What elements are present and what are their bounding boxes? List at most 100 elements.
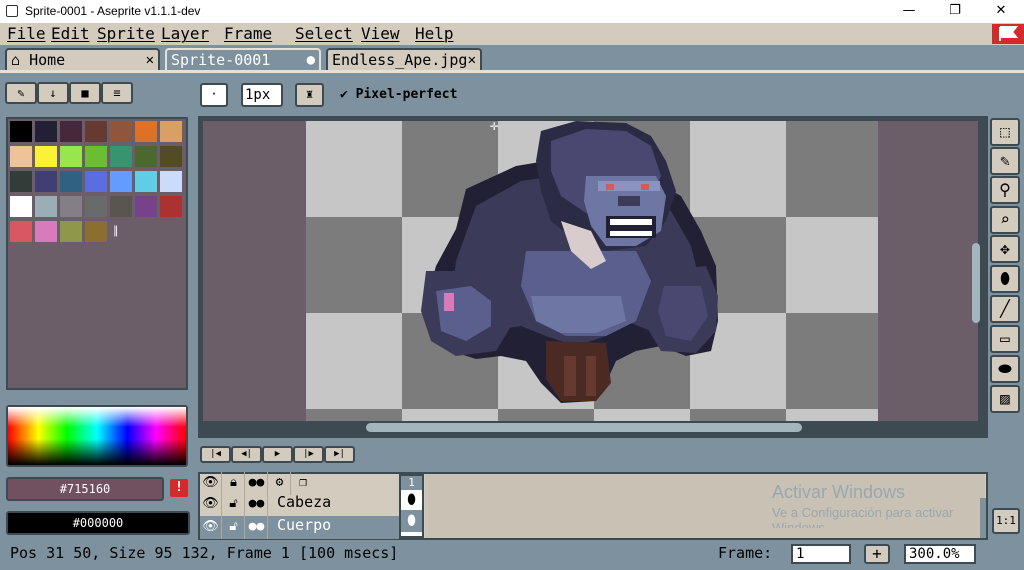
warning-icon[interactable]: !: [170, 479, 188, 497]
palette-swatch[interactable]: [110, 121, 132, 142]
palette-swatch[interactable]: [85, 121, 107, 142]
brush-size-field[interactable]: 1px: [241, 83, 283, 107]
menu-frame[interactable]: Frame: [224, 24, 272, 43]
close-window-button[interactable]: ✕: [978, 0, 1024, 23]
contour-tool-button[interactable]: ⬬: [990, 355, 1020, 383]
timeline-scrollbar[interactable]: [980, 498, 986, 538]
palette-swatch[interactable]: [35, 171, 57, 192]
reset-zoom-button[interactable]: 1:1: [992, 508, 1020, 534]
lock-icon[interactable]: 🔓︎: [223, 493, 245, 516]
cel-icon[interactable]: ⬮: [401, 510, 422, 532]
menu-select[interactable]: Select: [295, 24, 353, 43]
move-tool-button[interactable]: ✥: [990, 235, 1020, 263]
palette-swatch[interactable]: [60, 121, 82, 142]
palette-swatch[interactable]: [60, 146, 82, 167]
palette-swatch[interactable]: [135, 196, 157, 217]
new-frame-button[interactable]: +: [864, 544, 890, 564]
tab-endless-close-button[interactable]: ✕: [467, 50, 476, 70]
maximize-button[interactable]: ❐: [932, 0, 978, 23]
sprite-canvas[interactable]: [306, 121, 878, 421]
palette-swatch[interactable]: [60, 171, 82, 192]
blur-tool-button[interactable]: ▨: [990, 385, 1020, 413]
palette-swatch[interactable]: [60, 221, 82, 242]
eye-icon[interactable]: 👁: [200, 493, 222, 516]
pencil-tool-button[interactable]: ✎: [990, 147, 1020, 175]
palette-swatch[interactable]: [85, 146, 107, 167]
lock-icon[interactable]: 🔒︎: [223, 472, 245, 495]
ink-type-button[interactable]: ♜: [295, 83, 324, 107]
next-frame-button[interactable]: |▶: [293, 446, 324, 463]
palette-swatch[interactable]: [35, 121, 57, 142]
tab-home[interactable]: ⌂ Home ✕: [5, 48, 160, 70]
foreground-color-button[interactable]: #715160: [6, 477, 164, 501]
palette-swatch[interactable]: [10, 146, 32, 167]
background-color-button[interactable]: #000000: [6, 511, 190, 535]
previous-frame-button[interactable]: ◀|: [231, 446, 262, 463]
eye-icon[interactable]: 👁: [200, 516, 222, 539]
frame-input[interactable]: 1: [791, 544, 851, 564]
palette-swatch[interactable]: [160, 121, 182, 142]
palette-sort-button[interactable]: ↓: [37, 82, 69, 104]
eye-icon[interactable]: 👁: [200, 472, 222, 495]
lock-icon[interactable]: 🔓︎: [223, 516, 245, 539]
palette-swatch[interactable]: [160, 171, 182, 192]
palette-swatch[interactable]: [135, 121, 157, 142]
rectangle-tool-button[interactable]: ▭: [990, 325, 1020, 353]
fill-tool-button[interactable]: ⬮: [990, 265, 1020, 293]
eyedropper-tool-button[interactable]: ⚲: [990, 176, 1020, 204]
palette-swatch[interactable]: [110, 196, 132, 217]
play-button[interactable]: ▶: [262, 446, 293, 463]
palette-swatch[interactable]: [35, 221, 57, 242]
palette-swatch[interactable]: [135, 146, 157, 167]
unsaved-indicator-icon[interactable]: ●: [307, 50, 315, 70]
layer-row-cabeza[interactable]: 👁 🔓︎ ●● Cabeza: [200, 493, 399, 516]
cel-icon[interactable]: ⬮: [401, 490, 422, 510]
palette-swatch[interactable]: [10, 196, 32, 217]
minimize-button[interactable]: —: [886, 0, 932, 23]
palette-swatch[interactable]: [135, 171, 157, 192]
tab-sprite-0001[interactable]: Sprite-0001 ●: [165, 48, 321, 70]
palette-resize-handle[interactable]: ∥: [113, 224, 119, 237]
brush-type-button[interactable]: ·: [200, 83, 228, 107]
palette-swatch[interactable]: [160, 146, 182, 167]
palette-swatch[interactable]: [10, 171, 32, 192]
horizontal-scrollbar[interactable]: [366, 423, 802, 432]
menu-edit[interactable]: Edit: [51, 24, 90, 43]
palette-swatch[interactable]: [110, 146, 132, 167]
last-frame-button[interactable]: ▶|: [324, 446, 355, 463]
menu-view[interactable]: View: [361, 24, 400, 43]
palette-swatch[interactable]: [35, 196, 57, 217]
palette-presets-button[interactable]: ■: [69, 82, 101, 104]
menu-help[interactable]: Help: [415, 24, 454, 43]
vertical-scrollbar[interactable]: [972, 243, 980, 323]
palette-swatch[interactable]: [10, 221, 32, 242]
news-flag-icon[interactable]: [992, 24, 1024, 44]
palette-options-button[interactable]: ≡: [101, 82, 133, 104]
first-frame-button[interactable]: |◀: [200, 446, 231, 463]
menu-file[interactable]: File: [7, 24, 46, 43]
line-tool-button[interactable]: ╱: [990, 295, 1020, 323]
palette-swatch[interactable]: [85, 221, 107, 242]
zoom-field[interactable]: 300.0%: [904, 544, 976, 564]
edit-palette-button[interactable]: ✎: [5, 82, 37, 104]
gear-icon[interactable]: ⚙: [269, 472, 291, 495]
tab-home-close-button[interactable]: ✕: [146, 50, 154, 70]
continuous-icon[interactable]: ●●: [246, 516, 268, 539]
menu-sprite[interactable]: Sprite: [97, 24, 155, 43]
palette-swatch[interactable]: [85, 196, 107, 217]
palette-swatch[interactable]: [160, 196, 182, 217]
continuous-icon[interactable]: ●●: [246, 493, 268, 516]
palette-swatch[interactable]: [85, 171, 107, 192]
palette-swatch[interactable]: [10, 121, 32, 142]
menu-layer[interactable]: Layer: [161, 24, 209, 43]
frame-column[interactable]: 1 ⬮ ⬮: [399, 474, 424, 538]
pixel-perfect-checkbox[interactable]: ✔ Pixel-perfect: [340, 87, 457, 102]
layer-row-cuerpo[interactable]: 👁 🔓︎ ●● Cuerpo: [200, 516, 399, 539]
continuous-icon[interactable]: ●●: [246, 472, 268, 495]
tab-endless-ape[interactable]: Endless_Ape.jpg ✕: [326, 48, 482, 70]
palette-swatch[interactable]: [110, 171, 132, 192]
onion-skin-icon[interactable]: ❐: [292, 472, 314, 495]
zoom-tool-button[interactable]: ⌕: [990, 206, 1020, 234]
palette-swatch[interactable]: [35, 146, 57, 167]
palette-swatch[interactable]: [60, 196, 82, 217]
